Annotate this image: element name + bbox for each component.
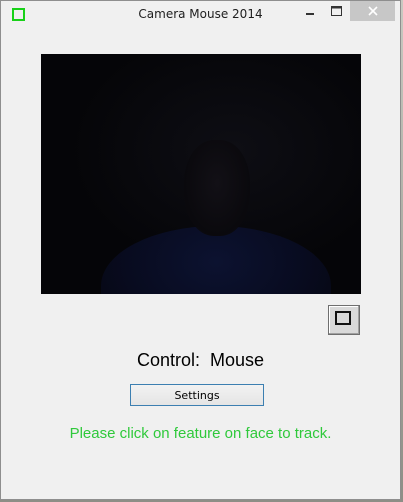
camera-mouse-window: Camera Mouse 2014 Control: Mouse Setting… bbox=[0, 0, 401, 500]
app-icon[interactable] bbox=[12, 8, 25, 21]
close-icon bbox=[367, 6, 378, 16]
minimize-icon bbox=[305, 13, 314, 15]
maximize-button[interactable] bbox=[323, 1, 350, 21]
settings-button[interactable]: Settings bbox=[130, 384, 264, 406]
camera-video-feed[interactable] bbox=[41, 54, 361, 294]
maximize-icon bbox=[331, 6, 342, 16]
video-person-face bbox=[184, 140, 250, 236]
desktop-background: Camera Mouse 2014 Control: Mouse Setting… bbox=[0, 0, 403, 502]
window-content: Control: Mouse Settings Please click on … bbox=[8, 29, 393, 491]
close-button[interactable] bbox=[350, 1, 395, 21]
view-toggle-button[interactable] bbox=[328, 305, 360, 335]
status-message: Please click on feature on face to track… bbox=[69, 425, 332, 442]
control-mode-label: Control: Mouse bbox=[136, 350, 265, 370]
minimize-button[interactable] bbox=[296, 1, 323, 21]
square-icon bbox=[335, 311, 351, 325]
title-bar[interactable]: Camera Mouse 2014 bbox=[1, 1, 400, 29]
